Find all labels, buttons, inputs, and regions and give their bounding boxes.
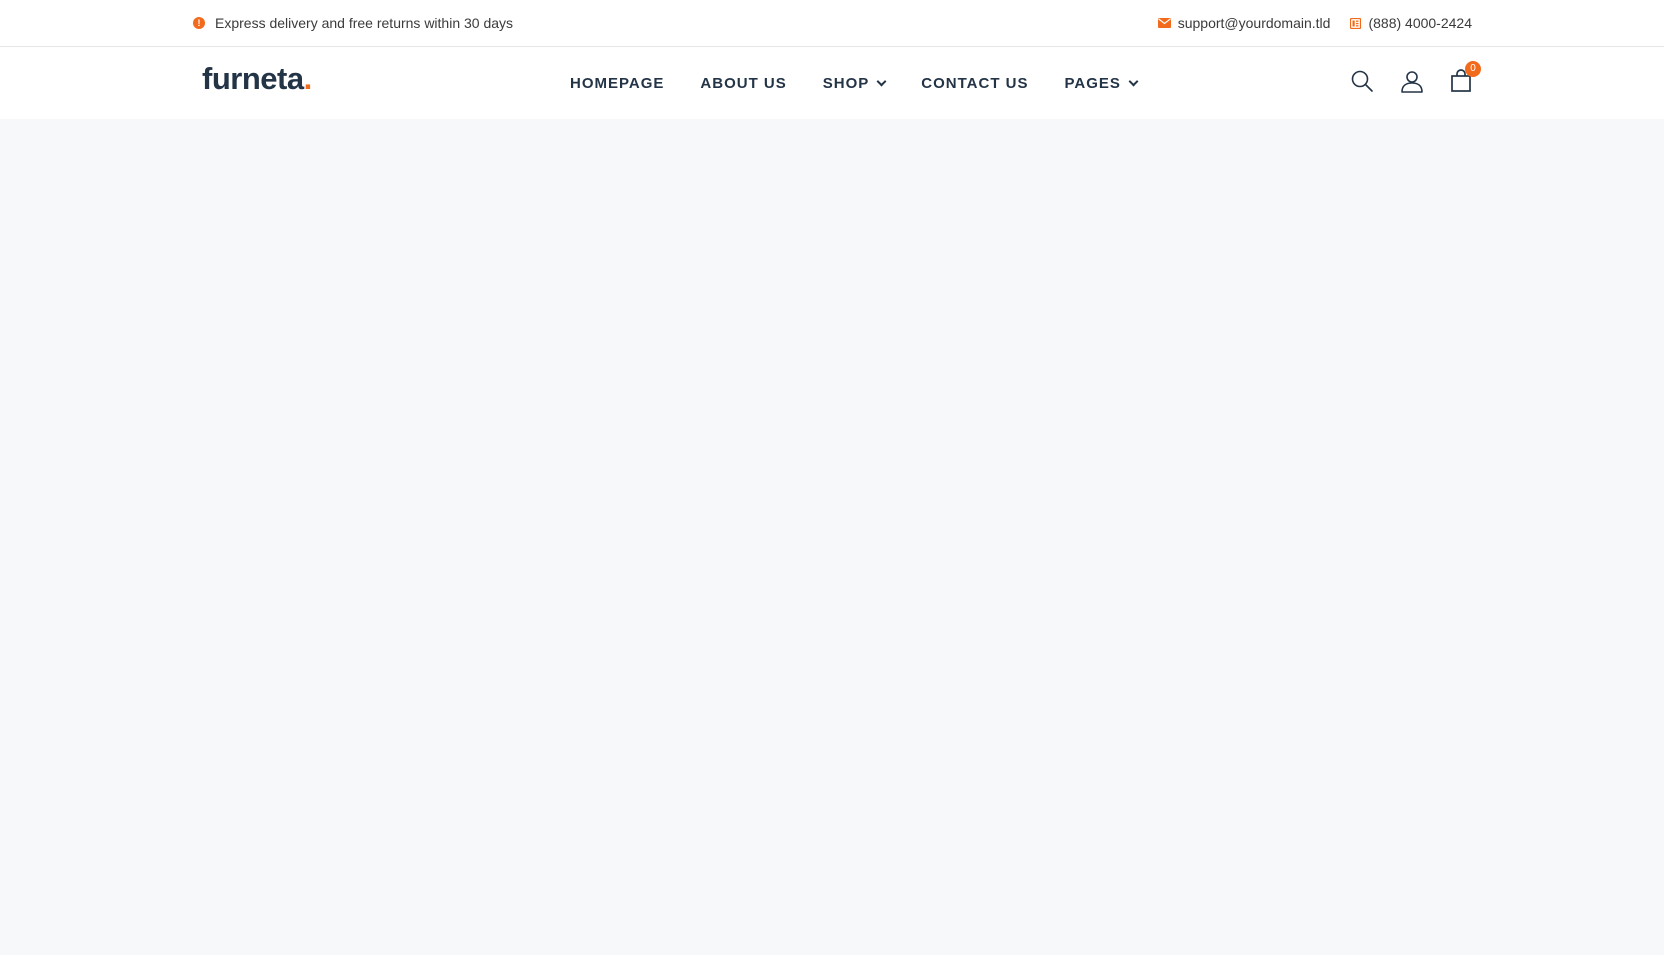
- chevron-down-icon: [876, 76, 887, 86]
- info-icon: !: [193, 17, 205, 29]
- phone-icon: [1350, 17, 1362, 29]
- email-text: support@yourdomain.tld: [1177, 15, 1331, 31]
- logo[interactable]: furneta.: [202, 61, 312, 97]
- phone-text: (888) 4000-2424: [1368, 15, 1472, 31]
- main-header: furneta. HOMEPAGE ABOUT US SHOP CONTACT …: [0, 47, 1664, 119]
- page-content: [0, 119, 1664, 955]
- nav-item-about-us[interactable]: ABOUT US: [700, 75, 786, 92]
- chevron-down-icon: [1128, 76, 1139, 86]
- nav-item-shop[interactable]: SHOP: [822, 74, 887, 92]
- nav-label: CONTACT US: [921, 74, 1029, 92]
- mail-icon: [1157, 18, 1171, 28]
- cart-button[interactable]: 0: [1450, 60, 1481, 98]
- nav-item-pages[interactable]: PAGES: [1064, 74, 1139, 92]
- logo-dot: .: [303, 61, 313, 96]
- nav-label: PAGES: [1064, 74, 1121, 92]
- user-icon: [1400, 69, 1424, 98]
- contact-info: support@yourdomain.tld (888) 4000-2424: [1157, 0, 1472, 46]
- search-button[interactable]: [1350, 69, 1374, 98]
- header-actions: 0: [1350, 47, 1481, 119]
- top-bar: ! Express delivery and free returns with…: [0, 0, 1664, 47]
- delivery-notice-text: Express delivery and free returns within…: [215, 15, 514, 31]
- account-button[interactable]: [1400, 69, 1424, 98]
- nav-item-contact-us[interactable]: CONTACT US: [921, 75, 1028, 92]
- cart-count-badge: 0: [1465, 60, 1481, 77]
- phone-link[interactable]: (888) 4000-2424: [1350, 15, 1472, 31]
- email-link[interactable]: support@yourdomain.tld: [1157, 15, 1331, 31]
- nav-item-homepage[interactable]: HOMEPAGE: [570, 75, 664, 92]
- logo-text: furneta: [202, 61, 304, 96]
- nav-label: ABOUT US: [700, 74, 787, 92]
- main-nav: HOMEPAGE ABOUT US SHOP CONTACT US PAGES: [570, 47, 1139, 119]
- nav-label: SHOP: [822, 74, 870, 92]
- nav-label: HOMEPAGE: [570, 74, 665, 92]
- search-icon: [1350, 69, 1374, 98]
- delivery-notice: ! Express delivery and free returns with…: [193, 0, 513, 46]
